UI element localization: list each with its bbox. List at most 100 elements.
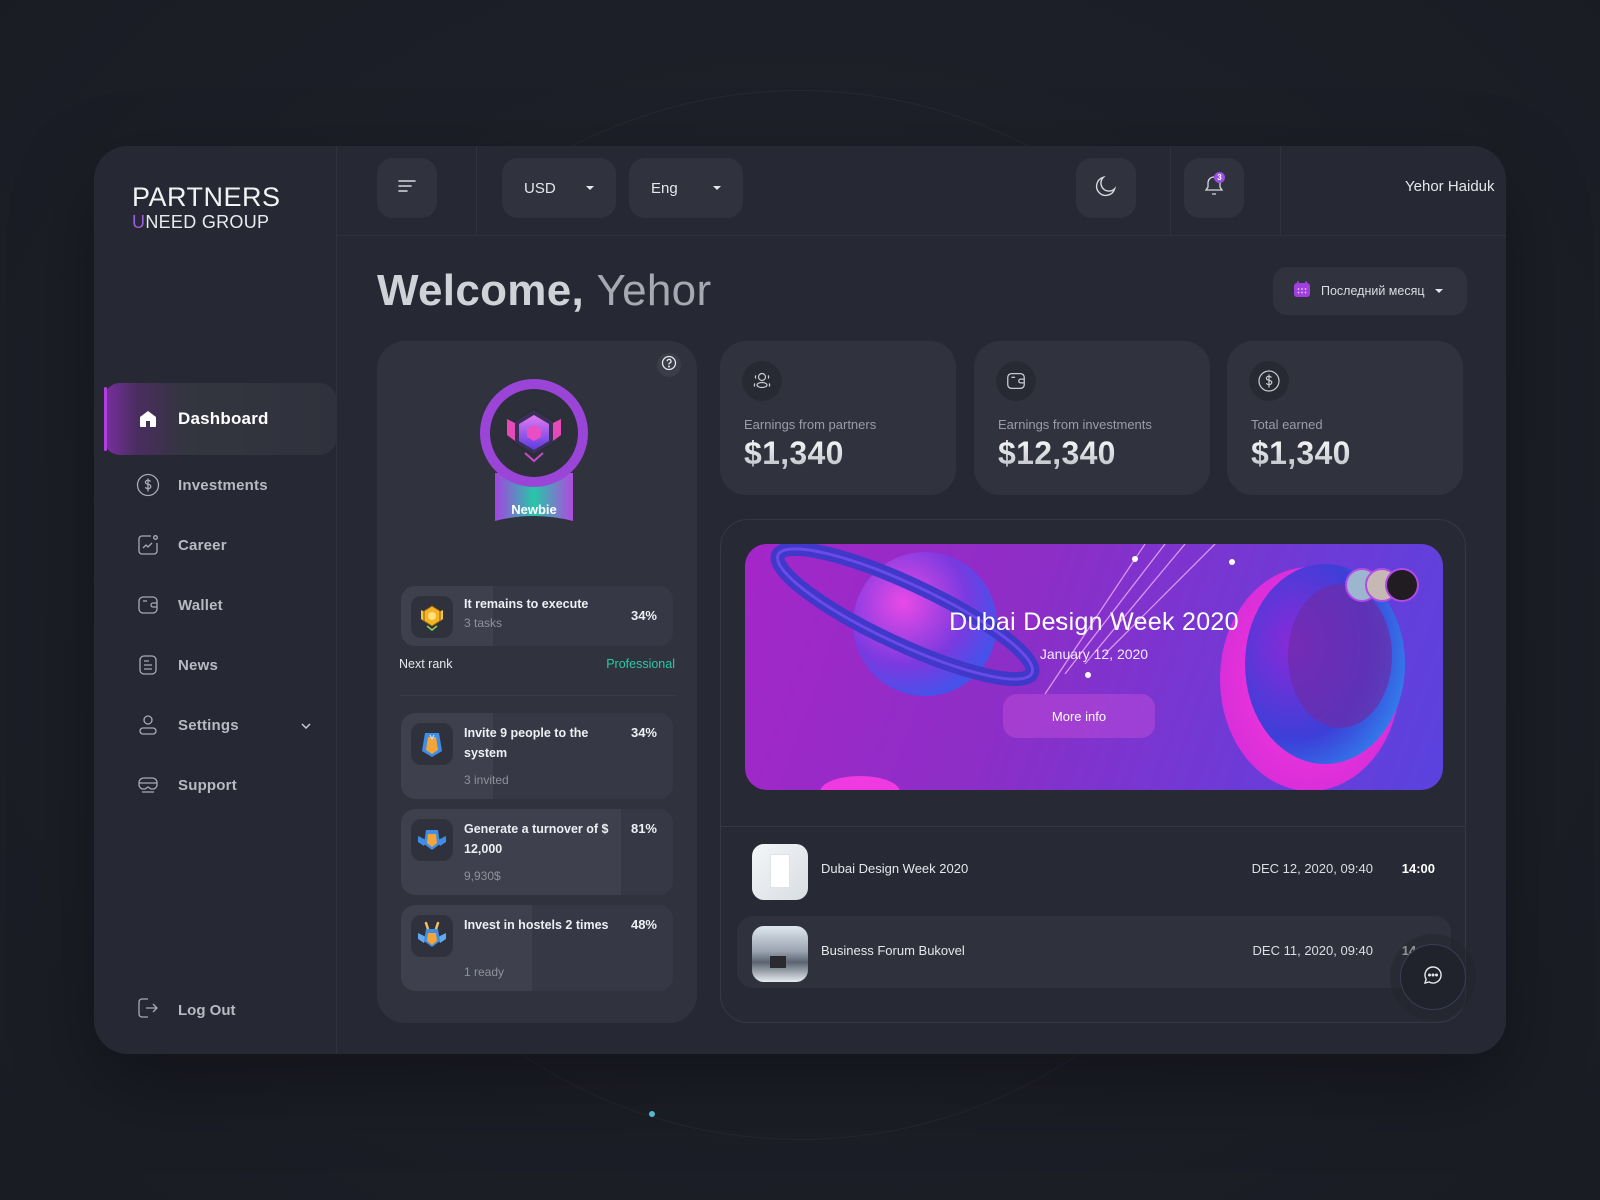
chevron-down-icon[interactable] bbox=[301, 718, 311, 732]
remaining-title: It remains to execute bbox=[464, 597, 589, 611]
gold-badge-icon bbox=[411, 596, 453, 638]
remaining-subtitle: 3 tasks bbox=[464, 616, 503, 630]
sidebar-item-support[interactable]: Support bbox=[104, 755, 337, 815]
divider bbox=[399, 695, 675, 696]
app-window: PARTNERS UNEED GROUP Dashboard Investmen… bbox=[94, 146, 1506, 1054]
remaining-percent: 34% bbox=[630, 608, 657, 623]
event-name: Dubai Design Week 2020 bbox=[821, 861, 969, 876]
menu-button[interactable] bbox=[377, 158, 437, 218]
task-item[interactable]: Invest in hostels 2 times 1 ready 48% bbox=[401, 905, 673, 991]
stat-card-total: Total earned $1,340 bbox=[1227, 341, 1463, 495]
next-rank-label: Next rank bbox=[399, 657, 453, 671]
sidebar-item-news[interactable]: News bbox=[104, 635, 337, 695]
chat-button[interactable] bbox=[1400, 944, 1466, 1010]
banner-planets-illustration bbox=[770, 544, 1405, 790]
header-divider bbox=[476, 146, 477, 236]
task-title: Invite 9 people to the system bbox=[464, 726, 589, 760]
events-panel: Dubai Design Week 2020 January 12, 2020 … bbox=[720, 519, 1466, 1023]
brand-logo[interactable]: PARTNERS UNEED GROUP bbox=[132, 184, 281, 232]
wallet-icon bbox=[996, 361, 1036, 401]
sidebar-item-label: Settings bbox=[178, 716, 239, 734]
sidebar-item-label: Investments bbox=[178, 476, 268, 494]
sidebar-item-career[interactable]: Career bbox=[104, 515, 337, 575]
rank-remaining-tile[interactable]: It remains to execute 3 tasks 34% bbox=[401, 586, 673, 646]
calendar-icon bbox=[1293, 280, 1311, 303]
page-title: Welcome, Yehor bbox=[377, 266, 711, 316]
help-button[interactable] bbox=[657, 353, 681, 377]
stat-value: $1,340 bbox=[744, 435, 844, 471]
partners-icon bbox=[742, 361, 782, 401]
divider bbox=[721, 826, 1465, 827]
question-icon bbox=[661, 355, 677, 376]
task-subtitle: 9,930$ bbox=[464, 869, 501, 883]
sidebar-item-wallet[interactable]: Wallet bbox=[104, 575, 337, 635]
sidebar-item-label: News bbox=[178, 656, 218, 674]
notifications-button[interactable]: 3 bbox=[1184, 158, 1244, 218]
featured-event-date: January 12, 2020 bbox=[1039, 646, 1149, 662]
top-header: USD Eng 3 Yehor Haiduk bbox=[337, 146, 1506, 236]
stat-label: Earnings from partners bbox=[744, 417, 877, 432]
vr-headset-icon bbox=[136, 773, 160, 797]
logout-label: Log Out bbox=[178, 1002, 236, 1019]
sidebar-item-investments[interactable]: Investments bbox=[104, 455, 337, 515]
next-rank-value: Professional bbox=[606, 657, 675, 671]
period-filter-select[interactable]: Последний месяц bbox=[1273, 267, 1467, 315]
caret-down-icon bbox=[586, 186, 594, 190]
stat-card-investments: Earnings from investments $12,340 bbox=[974, 341, 1210, 495]
rank-card: Newbie It remains to execute 3 tasks 34%… bbox=[377, 341, 697, 1023]
language-select[interactable]: Eng bbox=[629, 158, 743, 218]
header-divider bbox=[1280, 146, 1281, 236]
sidebar-item-settings[interactable]: Settings bbox=[104, 695, 337, 755]
logout-button[interactable]: Log Out bbox=[136, 996, 235, 1025]
currency-value: USD bbox=[524, 179, 556, 197]
featured-event-banner[interactable]: Dubai Design Week 2020 January 12, 2020 … bbox=[745, 544, 1443, 790]
more-info-button[interactable]: More info bbox=[1003, 694, 1155, 738]
document-icon bbox=[136, 653, 160, 677]
task-subtitle: 1 ready bbox=[464, 965, 505, 979]
brand-line2: UNEED GROUP bbox=[132, 213, 281, 231]
greeting: Welcome, bbox=[377, 266, 584, 315]
sidebar-nav: Dashboard Investments Career Wallet News… bbox=[104, 383, 337, 815]
sidebar-item-dashboard[interactable]: Dashboard bbox=[104, 383, 337, 455]
rank-medal: Newbie bbox=[473, 373, 595, 533]
home-icon bbox=[136, 407, 160, 431]
user-icon bbox=[136, 713, 160, 737]
background-dot bbox=[649, 1111, 655, 1117]
chart-card-icon bbox=[136, 533, 160, 557]
task-item[interactable]: Generate a turnover of $ 12,000 9,930$ 8… bbox=[401, 809, 673, 895]
menu-lines-icon bbox=[397, 179, 417, 198]
logout-icon bbox=[136, 996, 160, 1025]
sidebar-item-label: Support bbox=[178, 776, 237, 794]
currency-select[interactable]: USD bbox=[502, 158, 616, 218]
stat-label: Earnings from investments bbox=[998, 417, 1152, 432]
event-date: DEC 11, 2020, 09:40 bbox=[1252, 943, 1373, 958]
event-thumbnail bbox=[752, 926, 808, 982]
sidebar-item-label: Wallet bbox=[178, 596, 223, 614]
task-subtitle: 3 invited bbox=[464, 773, 509, 787]
task-title: Invest in hostels 2 times bbox=[464, 918, 609, 932]
stat-value: $1,340 bbox=[1251, 435, 1351, 471]
caret-down-icon bbox=[1434, 289, 1443, 293]
user-name[interactable]: Yehor Haiduk bbox=[1405, 178, 1495, 195]
brand-accent-letter: U bbox=[132, 212, 146, 232]
sidebar: PARTNERS UNEED GROUP Dashboard Investmen… bbox=[94, 146, 337, 1054]
theme-toggle-button[interactable] bbox=[1076, 158, 1136, 218]
event-thumbnail bbox=[752, 844, 808, 900]
event-name: Business Forum Bukovel bbox=[821, 943, 965, 958]
wallet-icon bbox=[136, 593, 160, 617]
stat-card-partners: Earnings from partners $1,340 bbox=[720, 341, 956, 495]
event-row[interactable]: Dubai Design Week 2020 DEC 12, 2020, 09:… bbox=[737, 834, 1451, 906]
brand-line2-text: NEED GROUP bbox=[145, 212, 270, 232]
chat-bubble-icon bbox=[1422, 964, 1444, 991]
crowned-badge-icon bbox=[411, 915, 453, 957]
sidebar-item-label: Dashboard bbox=[178, 409, 269, 428]
attendee-avatars[interactable] bbox=[1345, 568, 1419, 602]
task-percent: 34% bbox=[630, 725, 657, 740]
task-percent: 48% bbox=[630, 917, 657, 932]
notifications-badge: 3 bbox=[1214, 172, 1225, 183]
winged-badge-icon bbox=[411, 819, 453, 861]
task-item[interactable]: Invite 9 people to the system 3 invited … bbox=[401, 713, 673, 799]
event-row[interactable]: Business Forum Bukovel DEC 11, 2020, 09:… bbox=[737, 916, 1451, 988]
stat-label: Total earned bbox=[1251, 417, 1323, 432]
stat-value: $12,340 bbox=[998, 435, 1116, 471]
